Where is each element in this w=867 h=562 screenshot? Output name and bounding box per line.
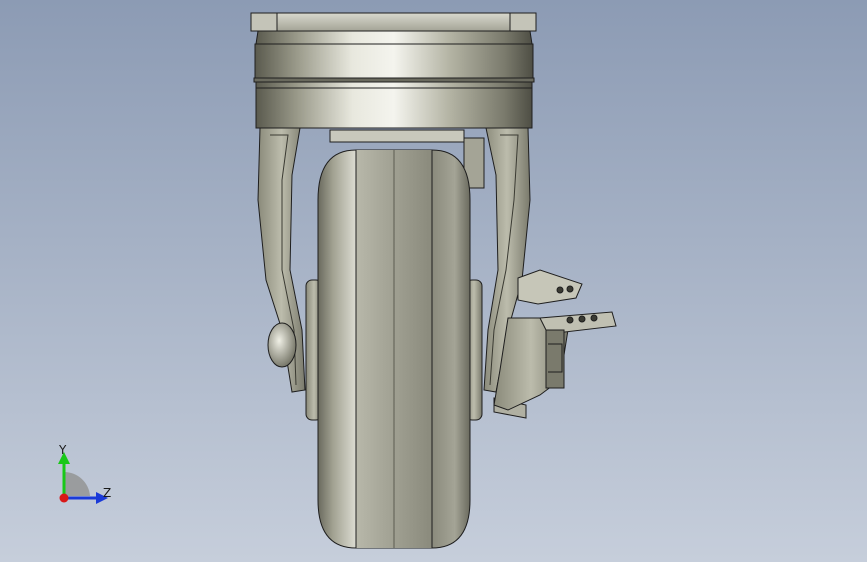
wheel[interactable] <box>317 149 471 549</box>
triad-plane-marker <box>64 471 90 496</box>
axle-knob <box>267 322 297 368</box>
graphics-viewport[interactable]: Y Z <box>0 0 867 562</box>
top-plate[interactable] <box>250 12 537 32</box>
triad-z-label: Z <box>103 486 112 500</box>
swivel-housing[interactable] <box>253 30 535 129</box>
triad-x-axis-dot <box>59 493 69 503</box>
triad-y-label: Y <box>59 443 67 457</box>
fork-bridge <box>329 129 465 143</box>
caster-model-view[interactable] <box>0 0 867 562</box>
